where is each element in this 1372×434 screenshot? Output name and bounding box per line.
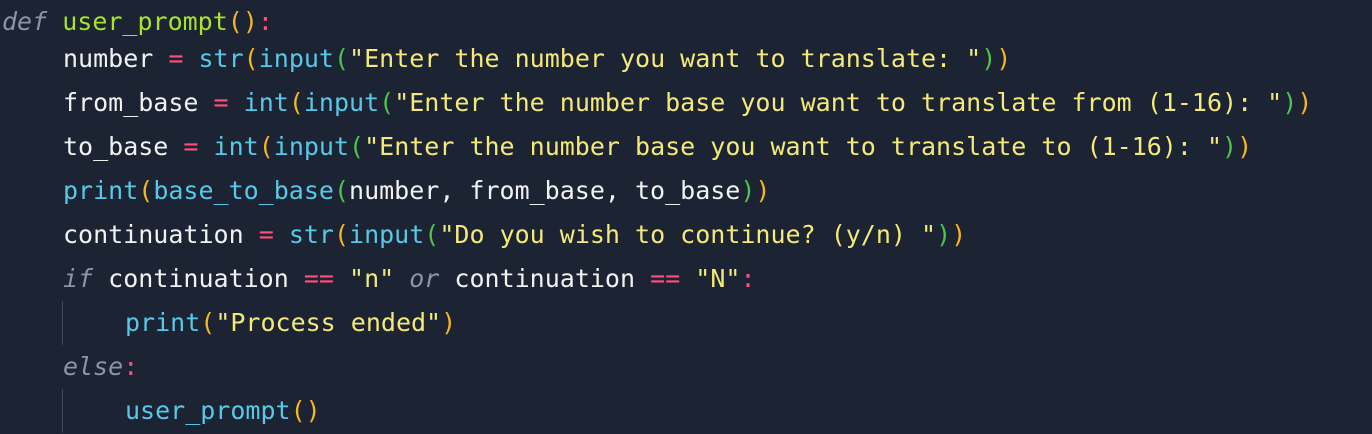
variable: from_base <box>63 88 199 117</box>
builtin-call: int <box>213 132 259 161</box>
builtin-call: print <box>125 308 201 337</box>
indent-guide <box>62 301 63 345</box>
string-literal: "Enter the number base you want to trans… <box>394 88 1283 117</box>
paren: ( <box>333 220 350 249</box>
paren: ) <box>441 308 457 337</box>
builtin-call: str <box>288 220 334 249</box>
keyword-else: else <box>63 352 124 381</box>
paren: ( <box>333 176 350 205</box>
variable: continuation <box>454 264 636 293</box>
operator: = <box>183 132 199 161</box>
variable: continuation <box>108 264 289 293</box>
paren: ) <box>740 176 756 205</box>
paren: ) <box>242 7 258 36</box>
paren: ( <box>349 132 365 161</box>
builtin-call: print <box>63 176 139 205</box>
function-call: user_prompt <box>125 396 291 425</box>
paren: ) <box>1237 132 1253 161</box>
indent-guide <box>62 389 63 433</box>
string-literal: "Do you wish to continue? (y/n) " <box>439 220 937 249</box>
paren: ( <box>288 88 304 117</box>
paren: ) <box>951 220 967 249</box>
paren: ) <box>1222 132 1238 161</box>
function-call: base_to_base <box>153 176 334 205</box>
string-literal: "N" <box>695 264 741 293</box>
colon: : <box>123 352 139 381</box>
paren: ( <box>379 88 395 117</box>
builtin-call: input <box>273 132 350 161</box>
code-line-7: if continuation == "n" or continuation =… <box>63 257 756 301</box>
code-editor[interactable]: def user_prompt(): number = str(input("E… <box>0 0 1372 434</box>
code-line-3: from_base = int(input("Enter the number … <box>63 81 1312 125</box>
paren: ) <box>981 44 997 73</box>
builtin-call: int <box>243 88 289 117</box>
string-literal: "Enter the number base you want to trans… <box>364 132 1223 161</box>
function-name: user_prompt <box>62 7 228 36</box>
code-line-5: print(base_to_base(number, from_base, to… <box>63 169 770 213</box>
operator: = <box>258 220 274 249</box>
builtin-call: input <box>349 220 425 249</box>
colon: : <box>740 264 756 293</box>
paren: ( <box>243 44 259 73</box>
paren: ( <box>227 7 243 36</box>
string-literal: "Process ended" <box>215 308 442 337</box>
builtin-call: input <box>303 88 380 117</box>
operator: = <box>168 44 184 73</box>
code-line-2: number = str(input("Enter the number you… <box>63 37 1011 81</box>
paren: ( <box>333 44 350 73</box>
paren: ) <box>755 176 771 205</box>
paren: ( <box>258 132 274 161</box>
variable: number <box>63 44 154 73</box>
builtin-call: input <box>258 44 334 73</box>
paren: ( <box>200 308 216 337</box>
paren: ) <box>996 44 1012 73</box>
operator: = <box>213 88 229 117</box>
keyword-def: def <box>2 7 48 36</box>
variable: continuation <box>63 220 244 249</box>
code-line-8: print("Process ended") <box>125 301 456 345</box>
builtin-call: str <box>198 44 244 73</box>
string-literal: "n" <box>349 264 395 293</box>
arguments: number, from_base, to_base <box>349 176 741 205</box>
code-line-6: continuation = str(input("Do you wish to… <box>63 213 966 257</box>
code-line-10: user_prompt() <box>125 389 321 433</box>
paren: ) <box>936 220 952 249</box>
code-line-4: to_base = int(input("Enter the number ba… <box>63 125 1252 169</box>
operator: == <box>303 264 334 293</box>
colon: : <box>257 7 273 36</box>
paren: ( <box>290 396 306 425</box>
string-literal: "Enter the number you want to translate:… <box>349 44 982 73</box>
code-line-9: else: <box>63 345 138 389</box>
paren: ) <box>1297 88 1313 117</box>
variable: to_base <box>63 132 169 161</box>
paren: ) <box>305 396 321 425</box>
paren: ( <box>424 220 440 249</box>
paren: ( <box>138 176 154 205</box>
keyword-or: or <box>409 264 440 293</box>
keyword-if: if <box>63 264 94 293</box>
paren: ) <box>1282 88 1298 117</box>
operator: == <box>650 264 681 293</box>
